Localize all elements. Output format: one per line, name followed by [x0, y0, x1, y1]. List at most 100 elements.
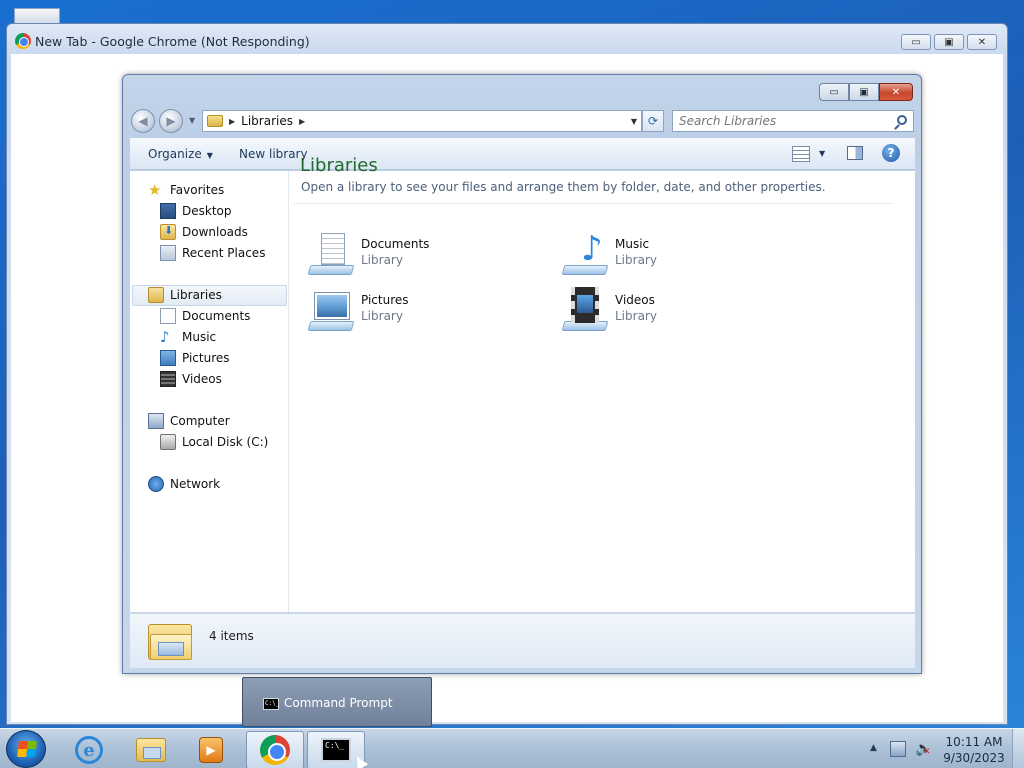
chrome-window-title: New Tab - Google Chrome (Not Responding) [35, 34, 310, 49]
library-item-name: Documents [361, 237, 430, 251]
music-note-icon: ♪ [160, 328, 170, 346]
command-prompt-taskbar-icon: C:\_ [321, 738, 351, 762]
chrome-maximize-button[interactable]: ▣ [934, 34, 964, 50]
command-prompt-label: Command Prompt [284, 696, 393, 710]
clock-date: 9/30/2023 [943, 751, 1005, 765]
nav-videos[interactable]: Videos [160, 369, 222, 389]
chrome-logo-icon [15, 33, 31, 49]
nav-libraries-label: Libraries [170, 288, 222, 302]
forward-button[interactable]: ▶ [159, 109, 183, 133]
videos-icon [160, 371, 176, 387]
refresh-icon: ⟳ [647, 114, 659, 128]
nav-downloads[interactable]: Downloads [160, 222, 248, 242]
nav-favorites[interactable]: ★ Favorites [148, 180, 224, 200]
show-hidden-icons-button[interactable]: ▲ [870, 743, 877, 753]
change-view-icon[interactable] [792, 146, 810, 162]
explorer-window: ▭ ▣ ✕ ◀ ▶ ▼ ▶ Libraries ▶ ▼ ⟳ Organize ▼ … [122, 74, 922, 674]
internet-explorer-icon: e [75, 736, 103, 764]
clock-time: 10:11 AM [945, 735, 1003, 749]
view-options-chevron-icon[interactable]: ▼ [819, 149, 825, 158]
nav-documents[interactable]: Documents [160, 306, 250, 326]
taskbar-media-player[interactable]: ▶ [182, 731, 240, 768]
network-status-icon[interactable] [890, 741, 906, 757]
command-prompt-thumbnail[interactable]: C:\_ Command Prompt [242, 677, 432, 727]
chrome-minimize-button[interactable]: ▭ [901, 34, 931, 50]
organize-label: Organize [148, 147, 202, 161]
nav-pictures-label: Pictures [182, 351, 230, 365]
item-count: 4 items [209, 629, 254, 643]
nav-libraries[interactable]: Libraries [148, 285, 222, 305]
back-button[interactable]: ◀ [131, 109, 155, 133]
search-icon[interactable] [897, 115, 907, 125]
navigation-pane: ★ Favorites Desktop Downloads Recent Pla… [130, 171, 289, 612]
refresh-button[interactable]: ⟳ [642, 110, 664, 132]
nav-local-disk[interactable]: Local Disk (C:) [160, 432, 268, 452]
network-icon [148, 476, 164, 492]
nav-music[interactable]: ♪ Music [160, 327, 216, 347]
media-player-icon: ▶ [199, 737, 223, 763]
nav-network-label: Network [170, 477, 221, 491]
preview-pane-icon[interactable] [847, 146, 863, 160]
nav-network[interactable]: Network [148, 474, 220, 494]
library-item-pictures[interactable]: Pictures Library [307, 287, 527, 337]
computer-icon [148, 413, 164, 429]
volume-muted-icon[interactable]: 🔈 [915, 741, 932, 760]
navigation-bar: ◀ ▶ ▼ ▶ Libraries ▶ ▼ ⟳ [131, 107, 915, 135]
help-icon[interactable]: ? [882, 144, 900, 162]
nav-music-label: Music [182, 330, 217, 344]
library-item-videos[interactable]: Videos Library [561, 287, 781, 337]
command-bar: Organize ▼ New library ▼ ? [130, 138, 915, 170]
nav-downloads-label: Downloads [182, 225, 248, 239]
explorer-close-button[interactable]: ✕ [879, 83, 913, 101]
library-item-documents[interactable]: Documents Library [307, 231, 527, 281]
breadcrumb-libraries[interactable]: Libraries [241, 114, 293, 128]
nav-desktop-label: Desktop [182, 204, 232, 218]
nav-recent-places[interactable]: Recent Places [160, 243, 265, 263]
breadcrumb-separator-icon[interactable]: ▶ [229, 117, 235, 126]
new-library-button[interactable]: New library [239, 147, 308, 161]
breadcrumb-separator-icon[interactable]: ▶ [299, 117, 305, 126]
nav-desktop[interactable]: Desktop [160, 201, 232, 221]
recent-places-icon [160, 245, 176, 261]
explorer-maximize-button[interactable]: ▣ [849, 83, 879, 101]
explorer-minimize-button[interactable]: ▭ [819, 83, 849, 101]
nav-pictures[interactable]: Pictures [160, 348, 230, 368]
search-input[interactable] [679, 111, 889, 131]
nav-videos-label: Videos [182, 372, 222, 386]
organize-button[interactable]: Organize ▼ [148, 147, 213, 161]
documents-library-icon [307, 231, 355, 277]
explorer-window-controls: ▭ ▣ ✕ [819, 83, 913, 101]
header-divider [293, 203, 893, 204]
address-bar[interactable]: ▶ Libraries ▶ ▼ [202, 110, 642, 132]
star-icon: ★ [148, 181, 162, 199]
nav-local-disk-label: Local Disk (C:) [182, 435, 269, 449]
library-item-type: Library [615, 253, 657, 267]
chrome-close-button[interactable]: ✕ [967, 34, 997, 50]
details-pane: 4 items [130, 613, 915, 668]
videos-library-icon [561, 287, 609, 333]
library-item-type: Library [615, 309, 657, 323]
recent-pages-dropdown[interactable]: ▼ [189, 116, 195, 125]
start-button[interactable] [6, 730, 46, 768]
taskbar-google-chrome[interactable] [246, 731, 304, 768]
address-dropdown-icon[interactable]: ▼ [631, 117, 637, 126]
nav-favorites-label: Favorites [170, 183, 225, 197]
page-title: Libraries [300, 155, 378, 176]
search-box[interactable] [672, 110, 914, 132]
taskbar-windows-explorer[interactable] [122, 731, 180, 768]
hard-disk-icon [160, 434, 176, 450]
forward-arrow-icon: ▶ [166, 114, 176, 128]
taskbar-internet-explorer[interactable]: e [60, 731, 118, 768]
page-subtitle: Open a library to see your files and arr… [301, 180, 826, 194]
library-item-type: Library [361, 253, 403, 267]
library-item-name: Pictures [361, 293, 409, 307]
documents-icon [160, 308, 176, 324]
nav-documents-label: Documents [182, 309, 251, 323]
library-item-music[interactable]: ♪ Music Library [561, 231, 781, 281]
show-desktop-button[interactable] [1012, 729, 1024, 768]
libraries-icon [148, 287, 164, 303]
windows-logo-icon [17, 741, 37, 757]
library-item-name: Music [615, 237, 650, 251]
system-clock[interactable]: 10:11 AM 9/30/2023 [940, 734, 1008, 766]
nav-computer[interactable]: Computer [148, 411, 230, 431]
